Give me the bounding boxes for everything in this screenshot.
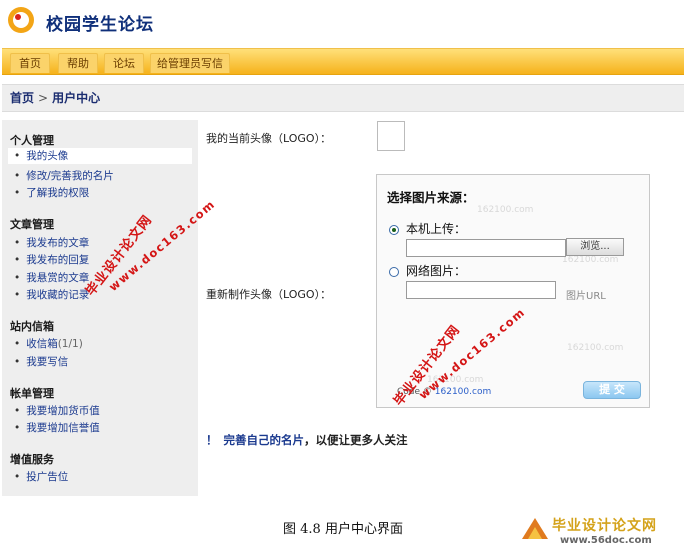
sidebar-item-label: 我要增加信誉值 [26, 422, 100, 434]
sidebar-item-add-reputation[interactable]: 我要增加信誉值 [14, 420, 100, 435]
file-path-field[interactable] [406, 239, 566, 257]
corner-logo-icon [522, 518, 548, 539]
sidebar-title-mailbox: 站内信箱 [10, 320, 54, 333]
sidebar-title-billing: 帐单管理 [10, 387, 54, 400]
sidebar-item-label: 投广告位 [26, 471, 69, 483]
network-image-radio[interactable] [389, 267, 399, 277]
sidebar-title-articles: 文章管理 [10, 218, 54, 231]
sidebar-item-inbox[interactable]: 收信箱(1/1) [14, 336, 83, 351]
site-title: 校园学生论坛 [46, 15, 154, 35]
sidebar-item-add-currency[interactable]: 我要增加货币值 [14, 403, 100, 418]
sidebar-item-label: 我发布的回复 [26, 254, 90, 266]
sidebar-item-label: 我收藏的记录 [26, 289, 90, 301]
browse-button[interactable]: 浏览... [566, 238, 624, 256]
image-url-field[interactable] [406, 281, 556, 299]
remake-avatar-label: 重新制作头像（LOGO）： [206, 288, 332, 301]
top-nav: 首页 帮助 论坛 给管理员写信 [2, 48, 684, 75]
local-upload-label: 本机上传： [406, 222, 467, 236]
panel-watermark: 162100.com [477, 205, 534, 215]
sidebar-title-personal: 个人管理 [10, 134, 54, 147]
nav-home[interactable]: 首页 [10, 53, 50, 73]
breadcrumb-home[interactable]: 首页 [10, 91, 34, 105]
sidebar-item-label: 收信箱 [26, 338, 58, 350]
tip-mark: ！ [206, 433, 218, 447]
sidebar-item-my-favorites[interactable]: 我收藏的记录 [14, 287, 89, 302]
forum-logo-icon [8, 7, 34, 33]
complete-card-tip: ！ 完善自己的名片，以便让更多人关注 [206, 432, 408, 448]
sidebar-item-label: 我要写信 [26, 356, 69, 368]
sidebar-title-services: 增值服务 [10, 453, 54, 466]
sidebar-item-write-letter[interactable]: 我要写信 [14, 354, 68, 369]
network-image-label: 网络图片： [406, 264, 467, 278]
sidebar-item-label: 我的头像 [26, 150, 69, 162]
sidebar-item-label: 我发布的文章 [26, 237, 90, 249]
sidebar-item-label: 我要增加货币值 [26, 405, 100, 417]
sidebar-item-label: 我悬赏的文章 [26, 272, 90, 284]
nav-write-admin[interactable]: 给管理员写信 [150, 53, 230, 73]
local-upload-radio[interactable] [389, 225, 399, 235]
corner-watermark-url: www.56doc.com [560, 535, 652, 546]
breadcrumb-separator: > [38, 91, 49, 105]
sidebar-item-my-avatar[interactable]: 我的头像 [8, 148, 192, 164]
breadcrumb: 首页 > 用户中心 [2, 84, 684, 112]
sidebar-item-ad-slot[interactable]: 投广告位 [14, 469, 68, 484]
submit-button[interactable]: 提 交 [583, 381, 641, 399]
image-url-hint: 图片URL [566, 291, 606, 302]
sidebar-item-permissions[interactable]: 了解我的权限 [14, 185, 89, 200]
nav-forum[interactable]: 论坛 [104, 53, 144, 73]
sidebar-item-label: 了解我的权限 [26, 187, 90, 199]
current-avatar-image [377, 121, 405, 151]
nav-help[interactable]: 帮助 [58, 53, 98, 73]
corner-watermark-title: 毕业设计论文网 [552, 518, 657, 534]
panel-title: 选择图片来源： [387, 190, 475, 205]
code-credit-link[interactable]: 162100.com [435, 387, 491, 397]
sidebar-item-my-bounties[interactable]: 我悬赏的文章 [14, 270, 89, 285]
panel-watermark: 162100.com [567, 343, 624, 353]
sidebar-item-label: 修改/完善我的名片 [26, 170, 114, 182]
complete-card-link[interactable]: 完善自己的名片 [224, 433, 305, 447]
current-avatar-label: 我的当前头像（LOGO）： [206, 132, 332, 145]
sidebar-item-my-replies[interactable]: 我发布的回复 [14, 252, 89, 267]
sidebar: 个人管理 我的头像 修改/完善我的名片 了解我的权限 文章管理 我发布的文章 我… [2, 120, 198, 496]
panel-watermark: 162100.com [562, 255, 619, 265]
breadcrumb-current: 用户中心 [52, 91, 101, 105]
sidebar-item-edit-card[interactable]: 修改/完善我的名片 [14, 168, 114, 183]
inbox-count: (1/1) [57, 338, 83, 350]
tip-text: ，以便让更多人关注 [304, 433, 408, 447]
sidebar-item-my-articles[interactable]: 我发布的文章 [14, 235, 89, 250]
